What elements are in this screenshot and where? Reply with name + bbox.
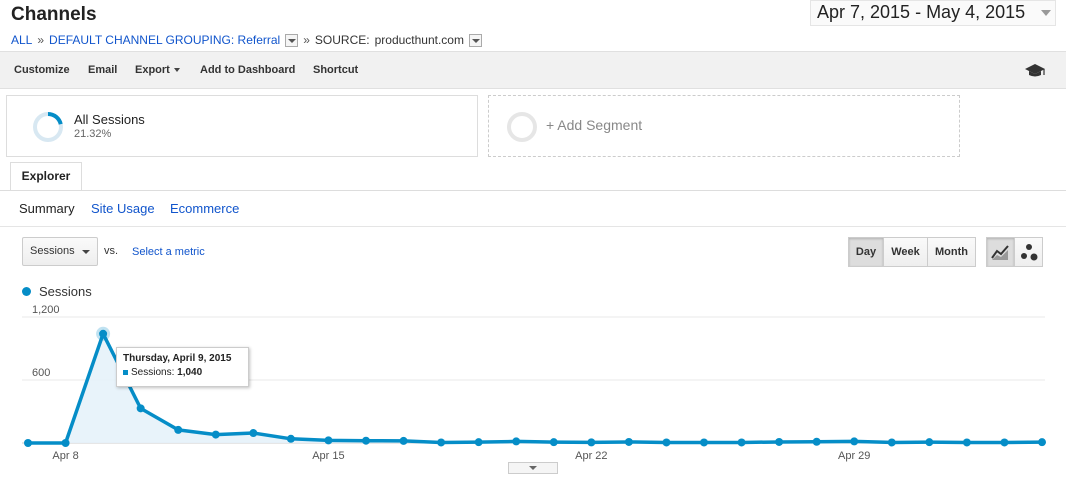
chart-expand-handle[interactable] <box>508 462 558 474</box>
breadcrumb-separator: » <box>37 33 45 47</box>
breadcrumb-source-label: SOURCE: <box>314 33 370 47</box>
data-point[interactable] <box>662 438 671 447</box>
metric-select[interactable]: Sessions <box>22 237 98 266</box>
breadcrumb-grouping[interactable]: DEFAULT CHANNEL GROUPING: Referral <box>49 33 280 47</box>
breadcrumb: ALL » DEFAULT CHANNEL GROUPING: Referral… <box>11 33 482 47</box>
sessions-line-chart: 1,200 600 Apr 8 Apr 15 Apr 22 Apr 29 <box>22 304 1046 462</box>
data-point[interactable] <box>925 438 934 447</box>
data-point[interactable] <box>399 436 408 445</box>
subnav-summary[interactable]: Summary <box>19 201 75 216</box>
segment-percentage: 21.32% <box>74 128 112 140</box>
y-tick-label: 600 <box>32 367 50 379</box>
chevron-down-icon <box>173 68 180 73</box>
data-point[interactable] <box>850 437 859 446</box>
data-point[interactable] <box>24 439 32 447</box>
chevron-down-icon <box>1041 10 1051 16</box>
data-point[interactable] <box>962 438 971 447</box>
data-point[interactable] <box>1038 438 1046 447</box>
export-button[interactable]: Export <box>135 64 180 76</box>
data-point[interactable] <box>99 329 108 338</box>
data-point[interactable] <box>474 438 483 447</box>
line-chart-button[interactable] <box>986 237 1015 267</box>
line-chart-icon <box>991 245 1009 260</box>
data-point[interactable] <box>437 438 446 447</box>
data-point[interactable] <box>737 438 746 447</box>
add-to-dashboard-button[interactable]: Add to Dashboard <box>200 64 295 76</box>
chevron-down-icon <box>82 250 90 254</box>
add-segment-label: + Add Segment <box>546 117 643 133</box>
month-button[interactable]: Month <box>927 237 976 267</box>
tooltip-value: 1,040 <box>177 367 203 378</box>
page-title: Channels <box>11 4 97 25</box>
motion-chart-button[interactable] <box>1014 237 1043 267</box>
data-point[interactable] <box>136 404 145 413</box>
data-point[interactable] <box>211 430 220 439</box>
data-point[interactable] <box>587 438 596 447</box>
date-range-picker[interactable]: Apr 7, 2015 - May 4, 2015 <box>810 0 1056 26</box>
add-segment-button[interactable]: + Add Segment <box>488 95 960 157</box>
vs-label: vs. <box>104 245 119 257</box>
source-dropdown-icon[interactable] <box>468 33 482 47</box>
data-point[interactable] <box>512 437 521 446</box>
chart-tooltip: Thursday, April 9, 2015 Sessions: 1,040 <box>116 347 249 387</box>
divider <box>0 226 1066 227</box>
date-range-label: Apr 7, 2015 - May 4, 2015 <box>817 2 1026 22</box>
data-point[interactable] <box>174 425 183 434</box>
graduation-cap-icon[interactable] <box>1024 61 1046 79</box>
metric-select-value: Sessions <box>30 245 75 257</box>
segment-ring-icon <box>33 112 63 142</box>
legend-sessions-dot <box>22 287 31 296</box>
x-tick-label: Apr 22 <box>575 450 607 462</box>
data-point[interactable] <box>549 438 558 447</box>
tooltip-label: Sessions: <box>131 367 175 378</box>
data-point[interactable] <box>624 437 633 446</box>
empty-segment-ring-icon <box>507 112 537 142</box>
legend-sessions-label: Sessions <box>39 284 92 299</box>
report-toolbar: Customize Email Export Add to Dashboard … <box>0 51 1066 89</box>
breadcrumb-source-value: producthunt.com <box>374 33 464 47</box>
motion-chart-icon <box>1021 244 1038 261</box>
export-label: Export <box>135 64 170 76</box>
day-button[interactable]: Day <box>848 237 884 267</box>
data-point[interactable] <box>775 437 784 446</box>
tooltip-title: Thursday, April 9, 2015 <box>123 353 232 364</box>
data-point[interactable] <box>887 438 896 447</box>
data-point[interactable] <box>812 437 821 446</box>
week-button[interactable]: Week <box>883 237 928 267</box>
grouping-dropdown-icon[interactable] <box>285 33 299 47</box>
x-tick-label: Apr 8 <box>52 450 78 462</box>
tab-divider <box>0 190 1066 191</box>
y-tick-label: 1,200 <box>32 304 60 316</box>
breadcrumb-all[interactable]: ALL <box>11 33 32 47</box>
data-point[interactable] <box>286 434 295 443</box>
data-point[interactable] <box>249 429 258 438</box>
email-button[interactable]: Email <box>88 64 117 76</box>
x-tick-label: Apr 29 <box>838 450 870 462</box>
data-point[interactable] <box>700 438 708 447</box>
data-point[interactable] <box>1000 438 1009 447</box>
subnav-site-usage[interactable]: Site Usage <box>91 201 155 216</box>
data-point[interactable] <box>61 439 70 447</box>
x-tick-label: Apr 15 <box>312 450 344 462</box>
segment-name: All Sessions <box>74 112 145 127</box>
tooltip-series-marker <box>123 369 128 375</box>
period-toggle: Day Week Month <box>848 237 976 267</box>
select-metric-link[interactable]: Select a metric <box>132 246 205 258</box>
breadcrumb-separator: » <box>303 33 310 47</box>
chart-view-toggle <box>986 237 1043 267</box>
data-point[interactable] <box>362 436 370 445</box>
tab-explorer[interactable]: Explorer <box>10 162 82 191</box>
shortcut-button[interactable]: Shortcut <box>313 64 358 76</box>
customize-button[interactable]: Customize <box>14 64 70 76</box>
active-segment-card[interactable]: All Sessions 21.32% <box>6 95 478 157</box>
subnav-ecommerce[interactable]: Ecommerce <box>170 201 239 216</box>
data-point[interactable] <box>324 436 333 445</box>
